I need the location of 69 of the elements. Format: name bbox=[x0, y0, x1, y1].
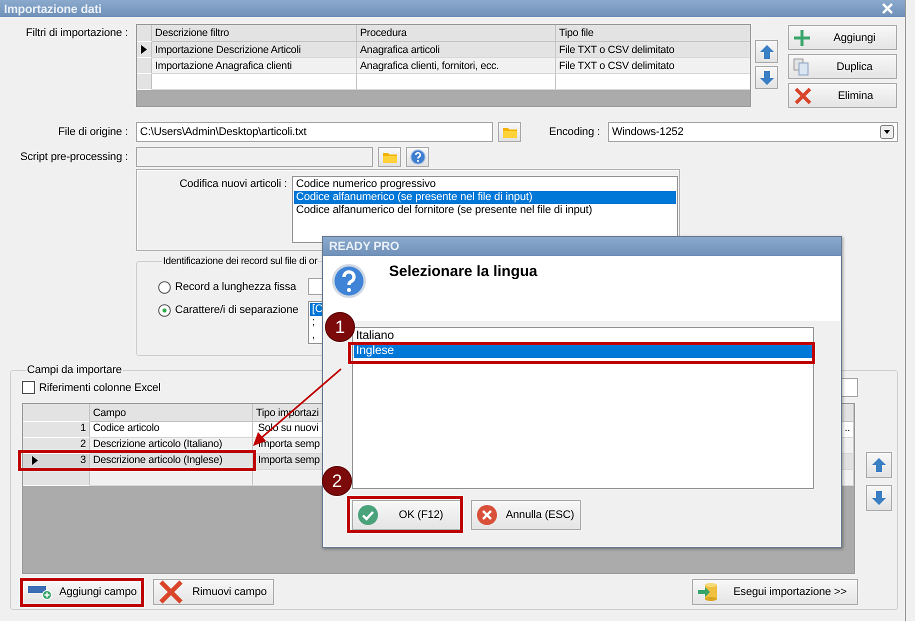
group-title: Identificazione dei record sul file di or bbox=[162, 256, 318, 267]
close-icon[interactable] bbox=[882, 3, 893, 14]
action-button[interactable]: Rimuovi campo bbox=[153, 579, 274, 605]
caret-icon bbox=[880, 125, 894, 139]
move-down-button[interactable] bbox=[866, 485, 892, 511]
dialog-heading: Selezionare la lingua bbox=[389, 263, 538, 280]
check-icon bbox=[357, 504, 379, 526]
row-header bbox=[23, 470, 90, 486]
radio-option[interactable]: Carattere/i di separazione bbox=[158, 301, 308, 319]
folder-icon bbox=[382, 150, 398, 164]
field-label: File di origine : bbox=[57, 126, 128, 138]
question-icon bbox=[331, 263, 367, 299]
row-number: 3 bbox=[80, 454, 86, 466]
list-item[interactable]: Codice alfanumerico del fornitore (se presente nel file di input) bbox=[294, 204, 676, 217]
add-field-icon bbox=[27, 584, 53, 600]
field-label: Filtri di importazione : bbox=[24, 26, 128, 39]
cancel-icon bbox=[476, 504, 498, 526]
window-title: Importazione dati bbox=[4, 2, 102, 16]
up-arrow-icon bbox=[758, 44, 774, 60]
field-label: Encoding : bbox=[548, 126, 600, 138]
radio-icon[interactable] bbox=[158, 280, 171, 294]
browse-button[interactable] bbox=[498, 122, 521, 142]
dialog-button[interactable]: OK (F12) bbox=[352, 500, 462, 530]
table-cell: Descrizione articolo (Inglese) bbox=[90, 454, 253, 470]
column-header: Descrizione filtro bbox=[152, 25, 357, 42]
dialog-title: READY PRO bbox=[329, 239, 400, 253]
list-item[interactable]: Italiano bbox=[354, 328, 812, 343]
column-header: Campo bbox=[90, 404, 253, 422]
list-item[interactable]: Codice alfanumerico (se presente nel file di input) bbox=[294, 191, 676, 204]
column-header: Procedura bbox=[357, 25, 556, 42]
toolbar-button[interactable]: Elimina bbox=[788, 83, 897, 108]
move-down-button[interactable] bbox=[755, 66, 778, 89]
row-pointer-icon bbox=[32, 456, 38, 464]
folder-icon bbox=[502, 126, 518, 138]
radio-option[interactable]: Record a lunghezza fissa bbox=[158, 278, 308, 296]
row-number: 2 bbox=[80, 438, 86, 450]
dialog-button[interactable]: Annulla (ESC) bbox=[471, 500, 581, 530]
row-header bbox=[137, 74, 152, 90]
cross-icon bbox=[793, 86, 813, 106]
radio-icon[interactable] bbox=[158, 304, 171, 316]
row-pointer-icon bbox=[141, 45, 147, 54]
toolbar-button[interactable]: Aggiungi bbox=[788, 25, 897, 50]
copy-icon bbox=[793, 58, 811, 76]
cross-icon bbox=[158, 580, 184, 604]
row-number: 1 bbox=[80, 422, 86, 434]
run-button[interactable]: Esegui importazione >> bbox=[692, 579, 858, 605]
move-up-button[interactable] bbox=[866, 452, 892, 478]
table-row[interactable]: Importazione Descrizione Articoli Anagrafica articoli File TXT o CSV delimitato bbox=[137, 42, 750, 58]
checkbox-icon[interactable] bbox=[22, 381, 35, 394]
column-header: Tipo file bbox=[556, 25, 750, 42]
row-header bbox=[137, 25, 152, 42]
down-arrow-icon bbox=[871, 490, 887, 506]
field-label: Script pre-processing : bbox=[19, 151, 128, 163]
field-label: Codifica nuovi articoli : bbox=[178, 177, 287, 192]
dropdown-value: Windows-1252 bbox=[612, 125, 684, 140]
list-item[interactable]: Codice numerico progressivo bbox=[294, 178, 676, 191]
help-button[interactable] bbox=[406, 147, 429, 167]
toolbar-button[interactable]: Duplica bbox=[788, 54, 897, 79]
help-icon bbox=[410, 149, 426, 165]
move-up-button[interactable] bbox=[755, 40, 778, 63]
table-row[interactable]: Importazione Anagrafica clienti Anagrafica clienti, fornitori, ecc. File TXT o CSV delimitato bbox=[137, 58, 750, 74]
dropdown[interactable]: Windows-1252 bbox=[608, 122, 898, 142]
group-title: Campi da importare bbox=[26, 364, 123, 376]
browse-button[interactable] bbox=[378, 147, 401, 167]
checkbox[interactable]: Riferimenti colonne Excel bbox=[22, 378, 161, 396]
input-field[interactable]: C:\Users\Admin\Desktop\articoli.txt bbox=[136, 122, 493, 142]
down-arrow-icon bbox=[758, 70, 774, 86]
plus-icon bbox=[793, 28, 811, 46]
up-arrow-icon bbox=[871, 457, 887, 473]
